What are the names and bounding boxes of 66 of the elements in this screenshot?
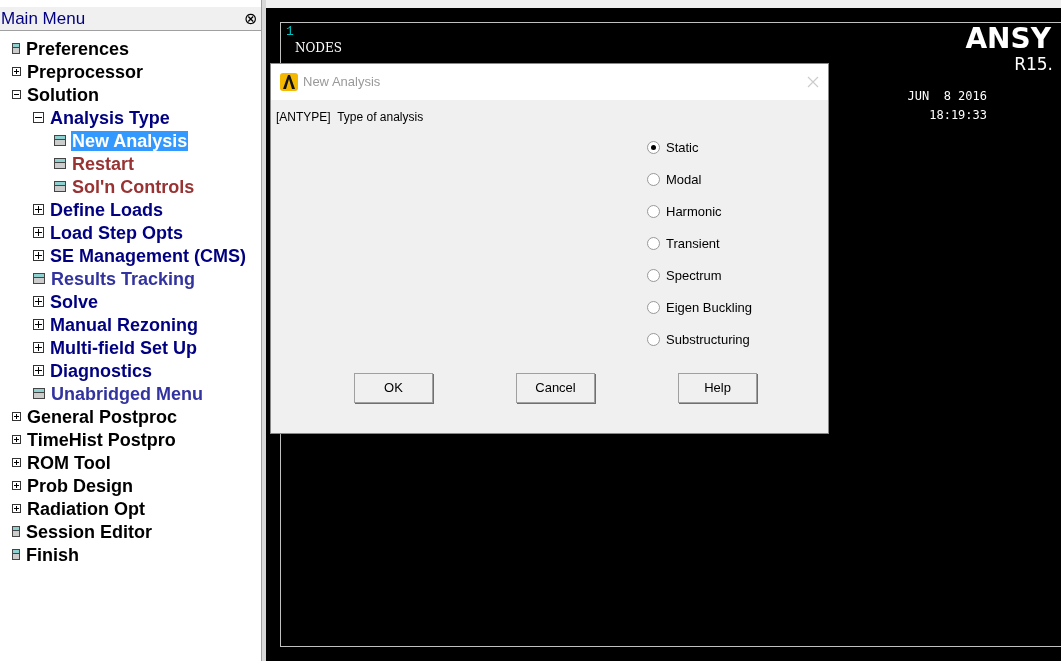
- expand-icon[interactable]: [12, 481, 21, 490]
- menu-item[interactable]: Define Loads: [49, 199, 165, 220]
- dialog-prompt: [ANTYPE] Type of analysis: [276, 109, 425, 126]
- analysis-type-radio[interactable]: Eigen Buckling: [647, 298, 828, 317]
- menu-item[interactable]: Finish: [25, 544, 80, 565]
- menu-item[interactable]: Unabridged Menu: [50, 383, 204, 404]
- window-number: 1: [286, 25, 294, 38]
- menu-item[interactable]: Radiation Opt: [26, 498, 146, 519]
- menu-item[interactable]: Multi-field Set Up: [49, 337, 198, 358]
- menu-item[interactable]: Manual Rezoning: [49, 314, 199, 335]
- expand-icon[interactable]: [33, 250, 44, 261]
- expand-icon[interactable]: [33, 319, 44, 330]
- menu-item[interactable]: Preferences: [25, 38, 131, 59]
- collapse-icon[interactable]: [12, 90, 21, 99]
- expand-icon[interactable]: [33, 296, 44, 307]
- expand-icon[interactable]: [12, 67, 21, 76]
- expand-icon[interactable]: [12, 458, 21, 467]
- plot-date: JUN 8 2016: [907, 90, 987, 102]
- calculator-icon: [33, 388, 45, 399]
- menu-item[interactable]: ROM Tool: [26, 452, 112, 473]
- calculator-icon: [12, 43, 20, 54]
- plot-time: 18:19:33: [929, 109, 987, 121]
- dialog-button[interactable]: Cancel: [516, 373, 595, 403]
- dialog-button[interactable]: Help: [678, 373, 757, 403]
- release-label: R15.: [1014, 56, 1053, 73]
- analysis-type-radio[interactable]: Spectrum: [647, 266, 828, 285]
- menu-item[interactable]: SE Management (CMS): [49, 245, 248, 266]
- menu-item[interactable]: Sol'n Controls: [71, 176, 196, 197]
- expand-icon[interactable]: [33, 342, 44, 353]
- expand-icon[interactable]: [33, 365, 44, 376]
- expand-icon[interactable]: [12, 504, 21, 513]
- menu-item[interactable]: General Postproc: [26, 406, 179, 427]
- menu-item[interactable]: Load Step Opts: [49, 222, 184, 243]
- menu-item[interactable]: Diagnostics: [49, 360, 154, 381]
- menu-item[interactable]: Preprocessor: [26, 61, 145, 82]
- calculator-icon: [33, 273, 45, 284]
- plot-label: NODES: [295, 42, 342, 54]
- analysis-type-radio[interactable]: Harmonic: [647, 202, 828, 221]
- calculator-icon: [54, 158, 66, 169]
- menu-item[interactable]: Results Tracking: [50, 268, 197, 289]
- calculator-icon: [54, 181, 66, 192]
- analysis-type-radio[interactable]: Substructuring: [647, 330, 828, 349]
- collapse-icon[interactable]: ⊗: [244, 10, 257, 27]
- app-logo-icon: [280, 73, 298, 91]
- expand-icon[interactable]: [33, 227, 44, 238]
- dialog-button[interactable]: OK: [354, 373, 433, 403]
- analysis-type-radio[interactable]: Transient: [647, 234, 828, 253]
- analysis-type-radio[interactable]: Static: [647, 138, 828, 157]
- menu-item[interactable]: Restart: [71, 153, 136, 174]
- expand-icon[interactable]: [33, 204, 44, 215]
- calculator-icon: [54, 135, 66, 146]
- menu-item[interactable]: Solve: [49, 291, 100, 312]
- analysis-type-radio[interactable]: Modal: [647, 170, 828, 189]
- product-label: ANSY: [965, 25, 1051, 53]
- main-menu-title: Main Menu: [1, 10, 86, 27]
- calculator-icon: [12, 549, 20, 560]
- expand-icon[interactable]: [12, 412, 21, 421]
- expand-icon[interactable]: [12, 435, 21, 444]
- menu-item[interactable]: Solution: [26, 84, 100, 105]
- menu-item[interactable]: Analysis Type: [49, 107, 171, 128]
- collapse-icon[interactable]: [33, 112, 44, 123]
- menu-item[interactable]: TimeHist Postpro: [26, 429, 177, 450]
- dialog-title: New Analysis: [303, 73, 381, 92]
- calculator-icon: [12, 526, 20, 537]
- menu-item[interactable]: Session Editor: [25, 521, 154, 542]
- menu-item[interactable]: Prob Design: [26, 475, 134, 496]
